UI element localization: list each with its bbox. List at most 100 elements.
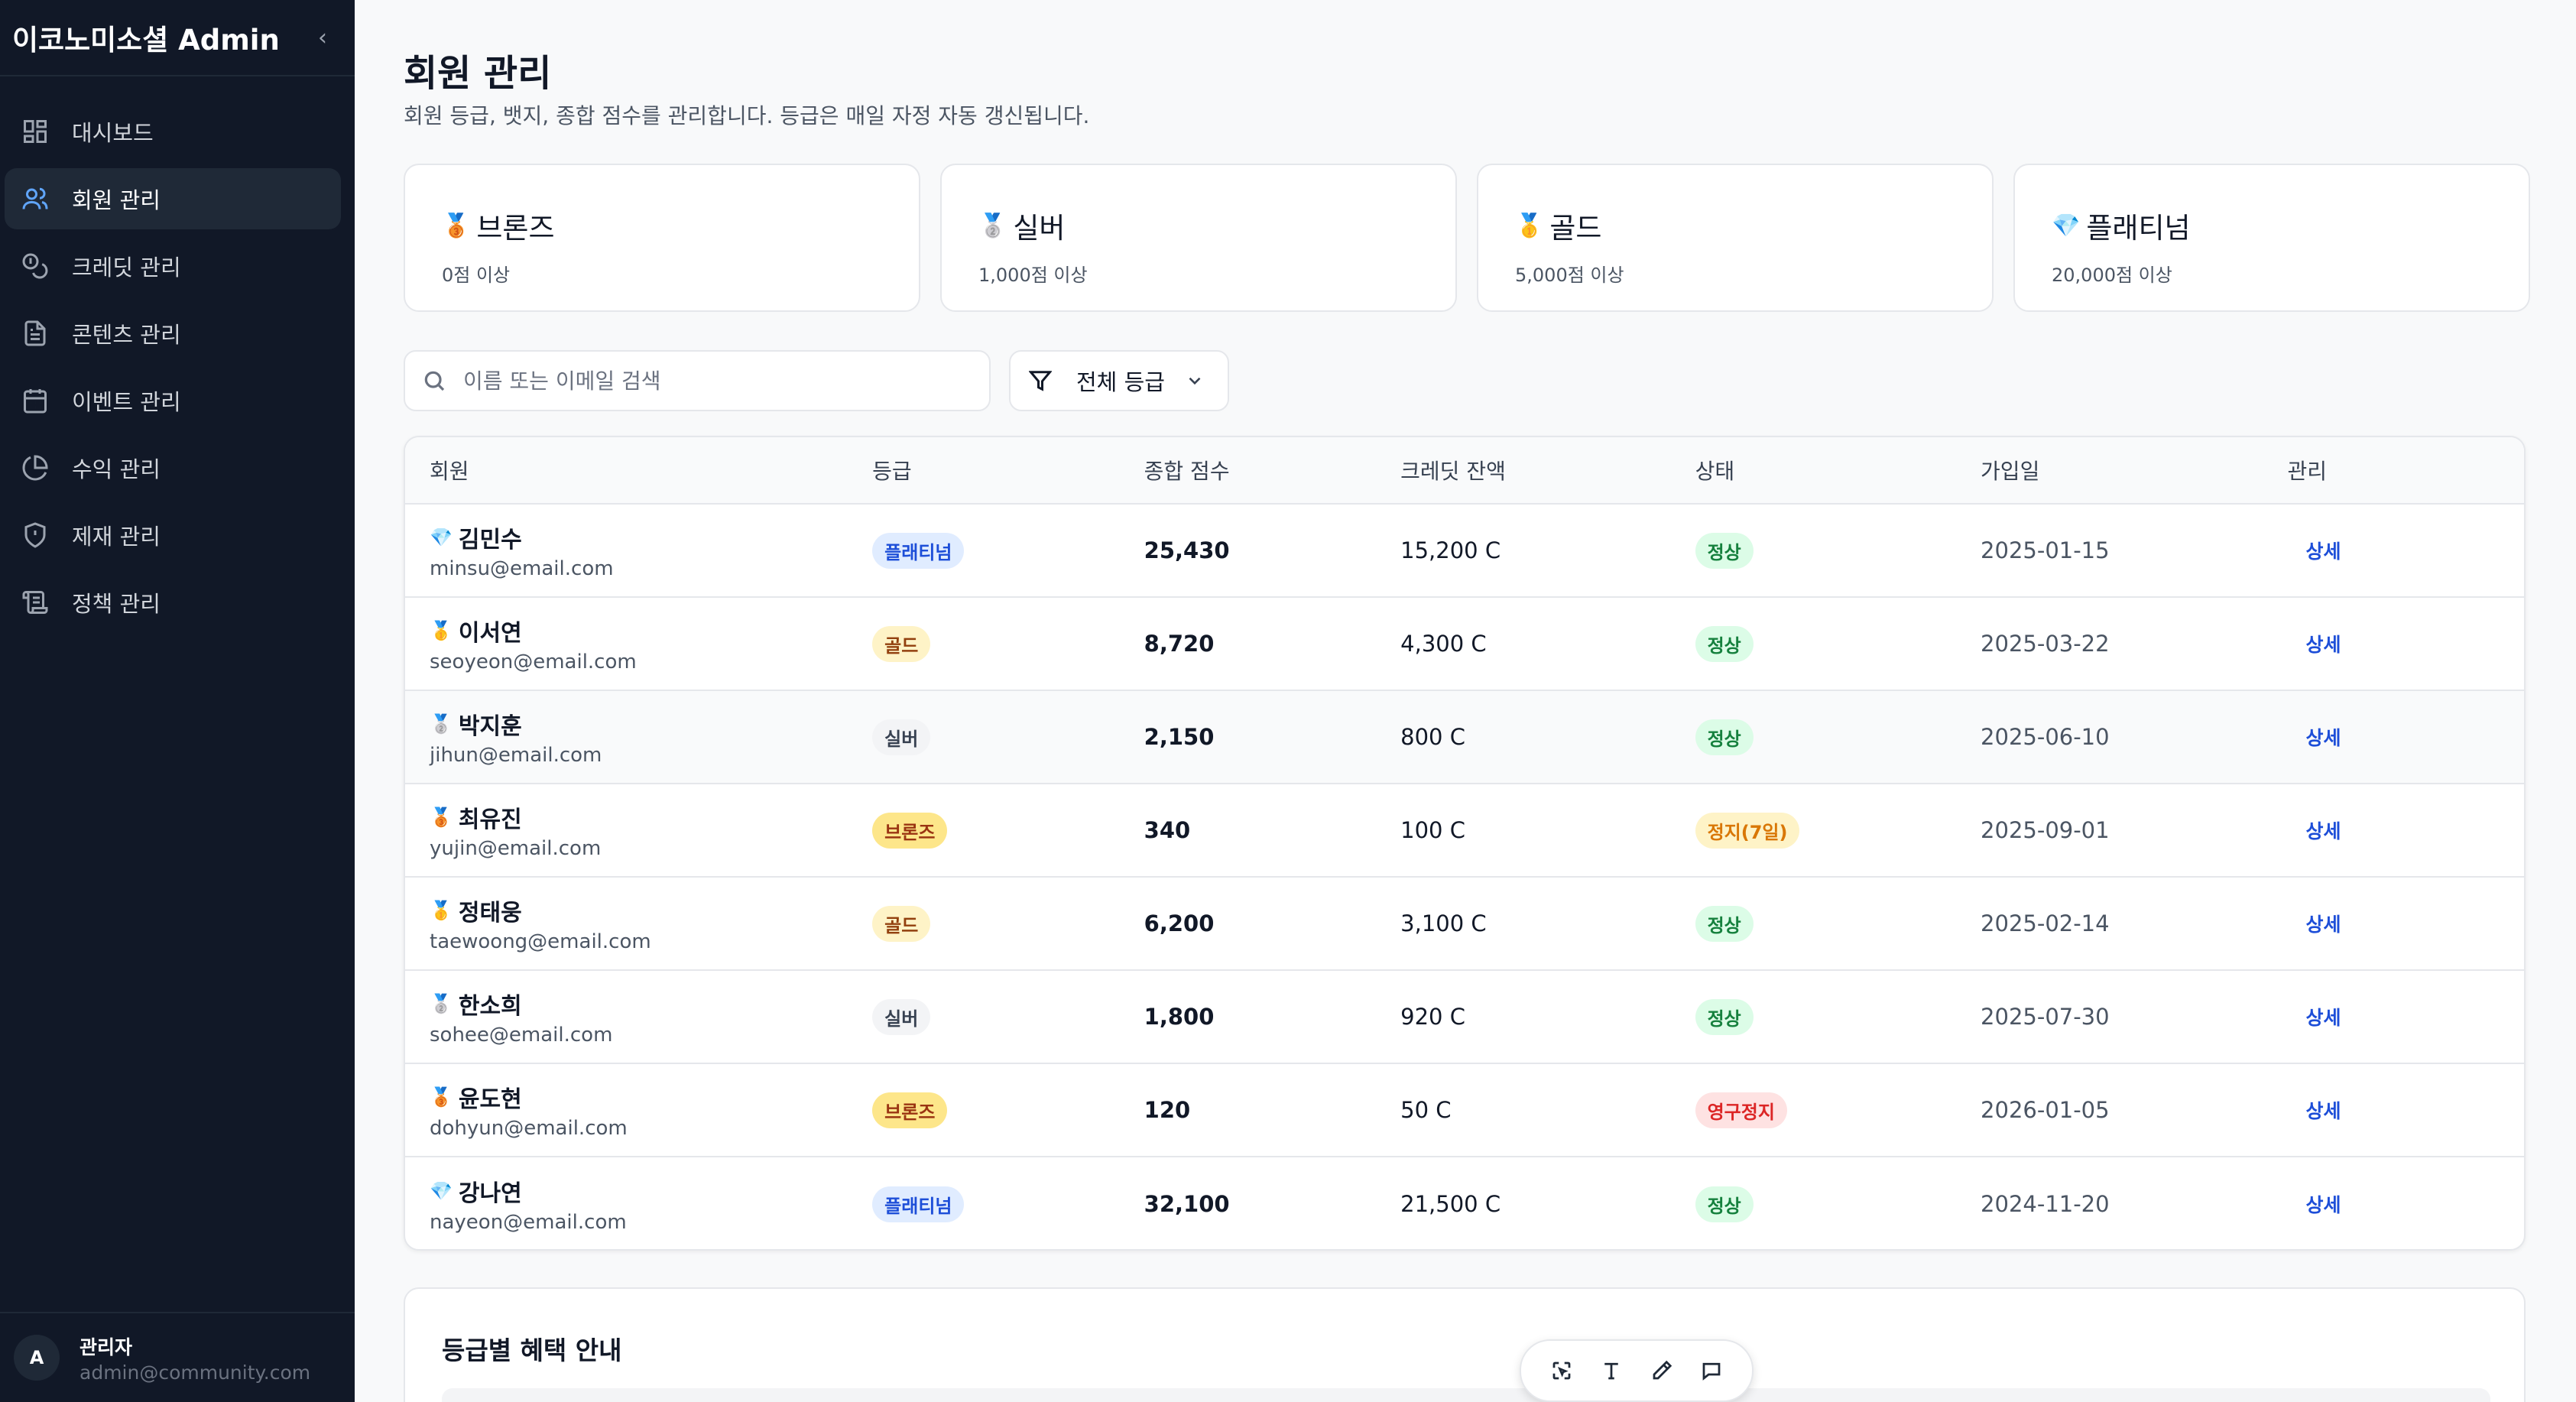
shield-icon [20, 520, 50, 550]
status-badge: 정상 [1695, 532, 1754, 569]
sidebar-item-content[interactable]: 콘텐츠 관리 [5, 303, 341, 364]
credit-balance: 3,100 C [1400, 910, 1487, 936]
detail-button[interactable]: 상세 [2287, 1194, 2341, 1216]
table-header: 회원 등급 종합 점수 크레딧 잔액 상태 가입일 관리 [405, 437, 2524, 505]
chevron-left-icon[interactable]: ‹ [318, 24, 327, 51]
sidebar-item-dashboard[interactable]: 대시보드 [5, 101, 341, 162]
detail-button[interactable]: 상세 [2287, 634, 2341, 656]
detail-button[interactable]: 상세 [2287, 727, 2341, 749]
detail-button[interactable]: 상세 [2287, 1100, 2341, 1122]
grade-icon: 🥉 [430, 1086, 453, 1108]
tier-name: 실버 [1013, 212, 1066, 245]
grade-filter-select[interactable]: 전체 등급 [1009, 350, 1229, 411]
tier-min-score: 0점 이상 [442, 264, 511, 286]
member-name: 강나연 [458, 1180, 522, 1207]
app-title: 이코노미소셜 Admin [12, 24, 280, 57]
status-badge: 정지(7일) [1695, 812, 1800, 849]
diamond-icon: 💎 [2052, 212, 2081, 239]
member-email: seoyeon@email.com [430, 651, 637, 673]
bronze-medal-icon: 🥉 [442, 212, 471, 239]
detail-button[interactable]: 상세 [2287, 1007, 2341, 1029]
pen-icon[interactable] [1646, 1355, 1677, 1386]
credit-balance: 100 C [1400, 817, 1465, 843]
table-row[interactable]: 💎 강나연 nayeon@email.com 플래티넘 32,100 21,500 … [405, 1157, 2524, 1249]
table-row[interactable]: 🥉 윤도현 dohyun@email.com 브론즈 120 50 C 영구정지 2… [405, 1064, 2524, 1157]
grade-benefits-card: 등급별 혜택 안내 [404, 1287, 2526, 1402]
sidebar-item-label: 이벤트 관리 [72, 389, 181, 415]
benefits-table-header [442, 1388, 2490, 1402]
search-box [404, 350, 991, 411]
join-date: 2025-06-10 [1981, 724, 2110, 750]
avatar: A [14, 1335, 60, 1381]
status-badge: 정상 [1695, 625, 1754, 662]
member-name: 윤도현 [458, 1086, 522, 1113]
total-score: 1,800 [1144, 1004, 1215, 1030]
sidebar-item-label: 대시보드 [72, 120, 154, 146]
join-date: 2025-02-14 [1981, 910, 2110, 936]
grade-filter-label: 전체 등급 [1076, 369, 1165, 395]
grade-badge: 브론즈 [872, 812, 948, 849]
grade-badge: 골드 [872, 625, 931, 662]
sidebar-user[interactable]: A 관리자 admin@community.com [0, 1312, 355, 1402]
grade-icon: 🥇 [430, 620, 453, 641]
table-row[interactable]: 🥇 이서연 seoyeon@email.com 골드 8,720 4,300 C 정… [405, 598, 2524, 691]
grade-icon: 💎 [430, 1180, 453, 1202]
status-badge: 정상 [1695, 905, 1754, 942]
sidebar-header: 이코노미소셜 Admin ‹ [0, 0, 355, 76]
table-row[interactable]: 🥇 정태웅 taewoong@email.com 골드 6,200 3,100 C … [405, 878, 2524, 971]
member-email: taewoong@email.com [430, 930, 651, 953]
select-icon[interactable] [1546, 1355, 1577, 1386]
grade-icon: 🥉 [430, 806, 453, 828]
filter-icon [1029, 369, 1052, 392]
sidebar-item-label: 제재 관리 [72, 524, 161, 550]
comment-icon[interactable] [1696, 1355, 1727, 1386]
sidebar-item-events[interactable]: 이벤트 관리 [5, 370, 341, 431]
tier-card-silver: 🥈 실버 1,000점 이상 [940, 164, 1457, 312]
tier-min-score: 1,000점 이상 [978, 264, 1088, 286]
credit-balance: 800 C [1400, 724, 1465, 750]
user-name: 관리자 [79, 1335, 133, 1358]
sidebar-item-policy[interactable]: 정책 관리 [5, 572, 341, 633]
sidebar-item-sanctions[interactable]: 제재 관리 [5, 505, 341, 566]
search-icon [424, 371, 445, 391]
tier-name: 브론즈 [476, 212, 555, 245]
grade-icon: 🥈 [430, 993, 453, 1014]
sidebar-item-label: 수익 관리 [72, 456, 161, 482]
detail-button[interactable]: 상세 [2287, 914, 2341, 936]
silver-medal-icon: 🥈 [978, 212, 1007, 239]
member-name: 김민수 [458, 527, 522, 553]
table-row[interactable]: 🥉 최유진 yujin@email.com 브론즈 340 100 C 정지(7일)… [405, 784, 2524, 878]
grade-icon: 🥇 [430, 900, 453, 921]
sidebar-item-members[interactable]: 회원 관리 [5, 168, 341, 229]
credit-balance: 15,200 C [1400, 537, 1501, 563]
grade-icon: 💎 [430, 527, 453, 548]
grade-badge: 브론즈 [872, 1092, 948, 1128]
sidebar-item-credits[interactable]: 크레딧 관리 [5, 235, 341, 297]
detail-button[interactable]: 상세 [2287, 540, 2341, 563]
member-email: yujin@email.com [430, 837, 602, 860]
pie-chart-icon [20, 453, 50, 483]
column-header: 관리 [2287, 459, 2327, 484]
document-icon [20, 318, 50, 349]
text-icon[interactable] [1596, 1355, 1627, 1386]
detail-button[interactable]: 상세 [2287, 820, 2341, 842]
search-input[interactable] [463, 368, 952, 394]
sidebar-item-revenue[interactable]: 수익 관리 [5, 437, 341, 498]
join-date: 2025-07-30 [1981, 1004, 2110, 1030]
table-row[interactable]: 💎 김민수 minsu@email.com 플래티넘 25,430 15,200 C… [405, 505, 2524, 598]
column-header: 크레딧 잔액 [1400, 459, 1506, 484]
sidebar-item-label: 정책 관리 [72, 591, 161, 617]
status-badge: 정상 [1695, 998, 1754, 1035]
members-table: 회원 등급 종합 점수 크레딧 잔액 상태 가입일 관리 💎 김민수 minsu@e… [404, 436, 2526, 1251]
benefits-title: 등급별 혜택 안내 [442, 1335, 622, 1365]
gold-medal-icon: 🥇 [1515, 212, 1544, 239]
page-title: 회원 관리 [404, 52, 552, 95]
credit-balance: 4,300 C [1400, 631, 1487, 657]
total-score: 32,100 [1144, 1191, 1230, 1217]
column-header: 가입일 [1981, 459, 2040, 484]
table-row[interactable]: 🥈 박지훈 jihun@email.com 실버 2,150 800 C 정상 20… [405, 691, 2524, 784]
member-name: 한소희 [458, 993, 522, 1020]
join-date: 2024-11-20 [1981, 1191, 2110, 1217]
member-email: jihun@email.com [430, 744, 602, 767]
table-row[interactable]: 🥈 한소희 sohee@email.com 실버 1,800 920 C 정상 20… [405, 971, 2524, 1064]
